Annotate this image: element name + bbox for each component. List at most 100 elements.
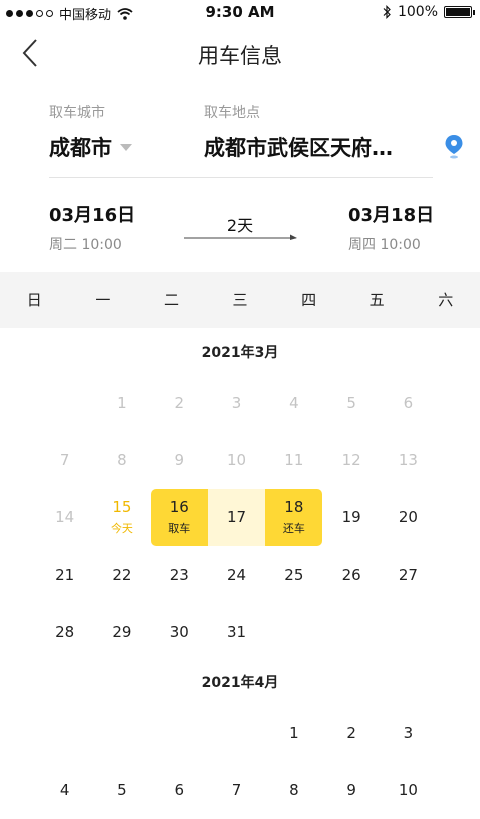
calendar-day[interactable]: 2 — [322, 704, 379, 761]
pickup-time: 周二 10:00 — [49, 237, 122, 253]
calendar-day[interactable]: 8 — [265, 761, 322, 818]
calendar-day: 5 — [322, 374, 379, 431]
pickup-location-label: 取车地点 — [204, 105, 260, 121]
calendar-day[interactable]: 31 — [208, 603, 265, 660]
caret-down-icon — [120, 143, 132, 151]
day-number: 18 — [284, 498, 304, 517]
day-number: 17 — [226, 508, 247, 527]
weekday-sat: 六 — [438, 291, 454, 309]
day-number: 7 — [231, 780, 242, 799]
return-time: 周四 10:00 — [348, 237, 421, 253]
weekday-thu: 四 — [301, 291, 317, 309]
day-number: 28 — [55, 622, 75, 641]
day-number: 6 — [403, 393, 414, 412]
calendar-empty-cell — [36, 704, 93, 761]
day-number: 8 — [117, 450, 127, 469]
calendar-day: 13 — [380, 431, 437, 488]
calendar-day: 1 — [93, 374, 150, 431]
calendar-day[interactable]: 20 — [380, 489, 437, 546]
day-tag: 取车 — [168, 522, 191, 536]
calendar-day[interactable]: 9 — [322, 761, 379, 818]
day-number: 22 — [112, 565, 132, 584]
nav-bar: 用车信息 — [0, 26, 480, 82]
calendar-day[interactable]: 16 取车 — [150, 488, 208, 546]
day-number: 8 — [289, 780, 299, 799]
day-number: 14 — [55, 508, 75, 527]
calendar-day[interactable]: 17 — [207, 488, 266, 546]
calendar-day[interactable]: 1 — [265, 704, 322, 761]
day-number: 1 — [289, 723, 299, 742]
day-number: 9 — [346, 780, 356, 799]
day-number: 21 — [55, 565, 75, 584]
day-number: 29 — [112, 622, 132, 641]
day-number: 5 — [117, 780, 127, 799]
calendar-day: 14 — [36, 489, 93, 546]
calendar-day[interactable]: 19 — [322, 489, 379, 546]
calendar-day[interactable]: 10 — [380, 761, 437, 818]
day-number: 20 — [398, 508, 418, 527]
day-number: 4 — [289, 393, 299, 412]
return-date[interactable]: 03月18日 — [348, 201, 434, 227]
day-number: 10 — [398, 780, 418, 799]
calendar-day: 7 — [36, 431, 93, 488]
calendar-day[interactable]: 30 — [151, 603, 208, 660]
calendar-day: 10 — [208, 431, 265, 488]
calendar-day[interactable]: 24 — [208, 546, 265, 603]
calendar-day[interactable]: 28 — [36, 603, 93, 660]
calendar-day[interactable]: 22 — [93, 546, 150, 603]
status-bar: 中国移动 9:30 AM 100% — [0, 0, 480, 26]
calendar-empty-cell — [151, 704, 208, 761]
day-number: 1 — [117, 393, 127, 412]
pickup-city-label: 取车城市 — [49, 105, 105, 121]
status-right: 100% — [382, 4, 475, 20]
calendar-day[interactable]: 29 — [93, 603, 150, 660]
day-number: 24 — [226, 565, 247, 584]
calendar-day: 3 — [208, 374, 265, 431]
weekday-wed: 三 — [232, 291, 248, 309]
arrow-right-icon — [184, 234, 297, 240]
calendar-day[interactable]: 4 — [36, 761, 93, 818]
calendar-day[interactable]: 27 — [380, 546, 437, 603]
pickup-location-value[interactable]: 成都市武侯区天府… — [204, 132, 414, 162]
divider — [49, 177, 433, 178]
day-number: 5 — [346, 393, 356, 412]
calendar-day[interactable]: 15 今天 — [93, 489, 150, 546]
month-title-april: 2021年4月 — [201, 675, 279, 691]
calendar-day[interactable]: 26 — [322, 546, 379, 603]
calendar-day[interactable]: 3 — [380, 704, 437, 761]
day-number: 26 — [341, 565, 361, 584]
calendar-day[interactable]: 7 — [208, 761, 265, 818]
weekday-sun: 日 — [26, 291, 42, 309]
page-title: 用车信息 — [198, 44, 282, 68]
weekday-mon: 一 — [95, 291, 111, 309]
bluetooth-icon — [383, 5, 391, 19]
calendar-empty-cell — [36, 374, 93, 431]
weekday-fri: 五 — [369, 291, 385, 309]
day-tag: 还车 — [282, 522, 305, 536]
day-number: 2 — [346, 723, 356, 742]
day-number: 4 — [59, 780, 70, 799]
map-pin-icon[interactable] — [444, 134, 464, 160]
day-number: 30 — [169, 622, 189, 641]
calendar-day[interactable]: 6 — [151, 761, 208, 818]
day-number: 9 — [174, 450, 185, 469]
calendar-day[interactable]: 23 — [151, 546, 208, 603]
day-number: 11 — [284, 450, 304, 469]
pickup-date[interactable]: 03月16日 — [49, 201, 135, 227]
day-number: 3 — [231, 393, 242, 412]
calendar-day[interactable]: 21 — [36, 546, 93, 603]
calendar-day[interactable]: 5 — [93, 761, 150, 818]
calendar-day[interactable]: 25 — [265, 546, 322, 603]
day-number: 23 — [169, 565, 189, 584]
city-selector[interactable]: 成都市 — [49, 132, 132, 162]
day-number: 31 — [226, 622, 247, 641]
day-number: 6 — [174, 780, 185, 799]
day-number: 19 — [341, 508, 361, 527]
calendar-empty-cell — [93, 704, 150, 761]
calendar-grid-april: 1 2 3 4 5 6 7 8 9 10 — [36, 704, 480, 819]
month-title-march: 2021年3月 — [201, 345, 279, 361]
day-number: 25 — [284, 565, 304, 584]
calendar-day[interactable]: 18 还车 — [265, 488, 323, 546]
day-number: 10 — [226, 450, 247, 469]
day-number: 13 — [398, 450, 418, 469]
